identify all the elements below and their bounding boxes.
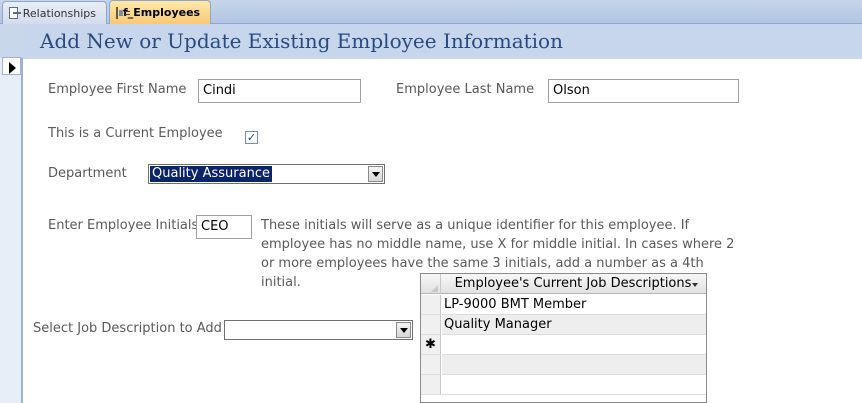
- last-name-field[interactable]: Olson: [548, 79, 739, 103]
- job-description-dropdown-arrow-icon[interactable]: [396, 322, 411, 338]
- checkmark-icon: ✓: [246, 131, 257, 144]
- empty-row-selector: [421, 355, 441, 375]
- row-selector[interactable]: [421, 315, 441, 335]
- last-name-label: Employee Last Name: [396, 82, 535, 97]
- current-record-arrow-icon: [9, 62, 16, 74]
- first-name-field[interactable]: Cindi: [198, 79, 361, 103]
- job-description-value: [226, 322, 230, 338]
- tab-relationships[interactable]: Relationships: [2, 1, 107, 24]
- new-record-selector[interactable]: ✱: [421, 335, 441, 355]
- document-tab-strip: Relationships f_Employees: [0, 0, 862, 24]
- column-header-label: Employee's Current Job Descriptions: [454, 276, 692, 291]
- access-window: Relationships f_Employees Add New or Upd…: [0, 0, 862, 403]
- record-selector-column: [0, 24, 23, 403]
- current-employee-checkbox[interactable]: ✓: [245, 131, 258, 144]
- new-record-row[interactable]: [442, 335, 706, 355]
- job-description-combo[interactable]: [224, 320, 413, 340]
- job-add-label: Select Job Description to Add: [33, 321, 222, 336]
- column-header-job-descriptions[interactable]: Employee's Current Job Descriptions: [442, 274, 704, 294]
- sort-dropdown-icon[interactable]: [692, 283, 698, 287]
- table-row[interactable]: Quality Manager: [442, 315, 706, 335]
- department-value: Quality Assurance: [150, 166, 272, 182]
- table-row[interactable]: LP-9000 BMT Member: [442, 295, 706, 315]
- tab-f-employees-label: f_Employees: [123, 6, 201, 19]
- first-name-label: Employee First Name: [48, 82, 187, 97]
- page-title: Add New or Update Existing Employee Info…: [40, 29, 563, 53]
- empty-row: [442, 375, 706, 395]
- relationships-icon: [9, 7, 21, 19]
- department-label: Department: [48, 166, 127, 181]
- empty-row-selector: [421, 375, 441, 395]
- tab-f-employees[interactable]: f_Employees: [109, 0, 211, 24]
- empty-row: [442, 355, 706, 375]
- department-combo[interactable]: Quality Assurance: [148, 164, 385, 184]
- form-icon: [116, 6, 130, 19]
- initials-label: Enter Employee Initials: [48, 218, 199, 233]
- job-descriptions-subform: Employee's Current Job Descriptions LP-9…: [420, 273, 707, 403]
- tab-relationships-label: Relationships: [22, 6, 96, 20]
- select-all-corner[interactable]: [421, 274, 441, 294]
- row-selector[interactable]: [421, 295, 441, 315]
- department-dropdown-arrow-icon[interactable]: [368, 166, 383, 182]
- new-record-icon: ✱: [425, 337, 436, 352]
- datasheet-header: Employee's Current Job Descriptions: [421, 274, 706, 294]
- initials-field[interactable]: CEO: [196, 215, 252, 239]
- current-employee-label: This is a Current Employee: [48, 126, 223, 141]
- form-header: Add New or Update Existing Employee Info…: [23, 24, 862, 59]
